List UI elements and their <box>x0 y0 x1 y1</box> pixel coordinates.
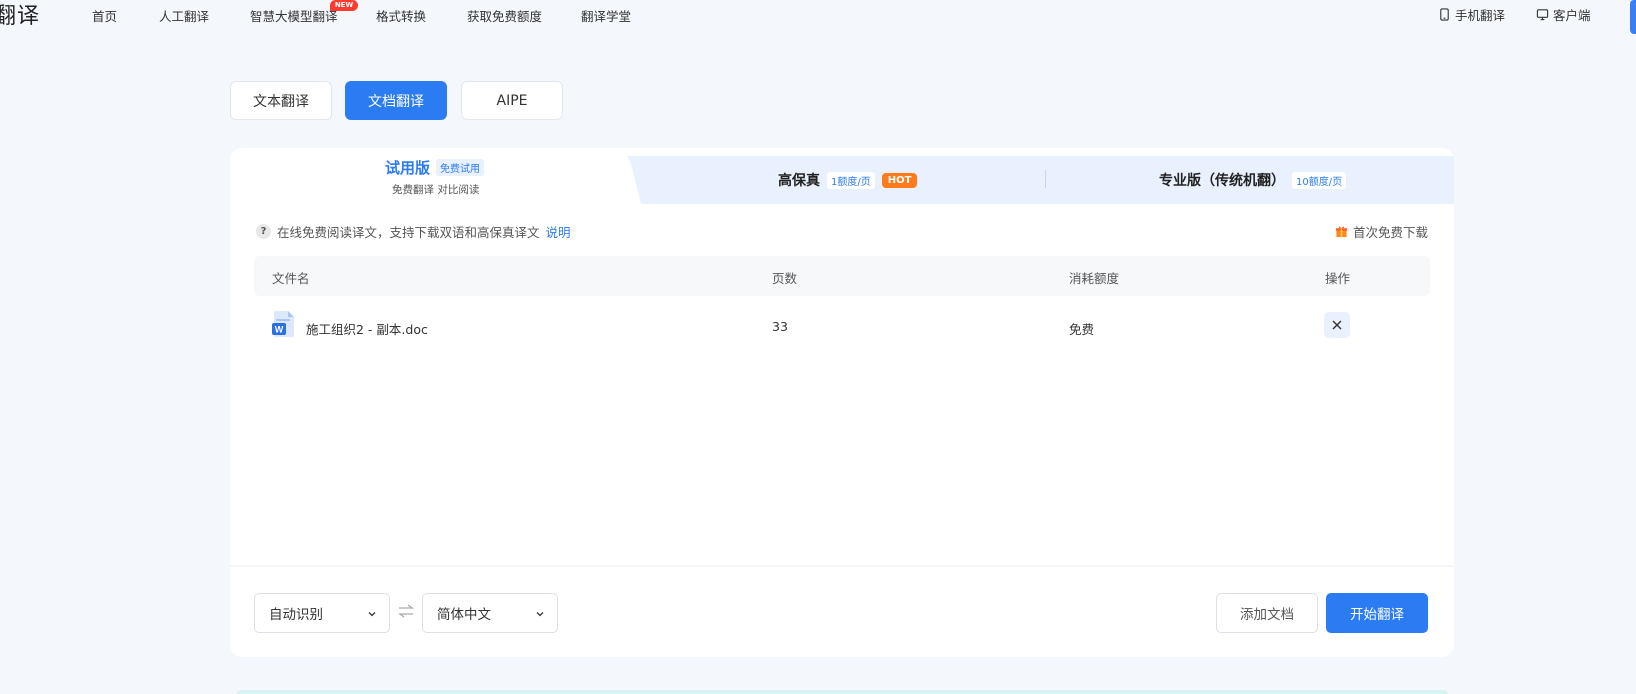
nav-item-human-translation[interactable]: 人工翻译 <box>159 6 209 25</box>
source-language-value: 自动识别 <box>269 607 323 623</box>
word-file-icon: W <box>272 311 294 337</box>
side-floating-tab[interactable] <box>1630 0 1636 34</box>
client-label: 客户端 <box>1553 8 1591 23</box>
nav-item-llm-translation[interactable]: 智慧大模型翻译 NEW <box>250 0 358 25</box>
tab-aipe[interactable]: AIPE <box>461 81 563 120</box>
table-row: W 施工组织2 - 副本.doc 33 免费 <box>254 306 1430 346</box>
first-free-download[interactable]: 首次免费下载 <box>1335 222 1428 241</box>
mobile-translate-label: 手机翻译 <box>1455 8 1506 23</box>
tier-hifi-title: 高保真 <box>778 173 820 189</box>
nav-item-academy[interactable]: 翻译学堂 <box>581 6 631 25</box>
column-header-cost: 消耗额度 <box>1069 271 1120 286</box>
column-header-filename: 文件名 <box>272 271 310 286</box>
column-header-actions: 操作 <box>1325 271 1351 286</box>
monitor-icon <box>1536 9 1549 21</box>
phone-icon <box>1440 8 1449 21</box>
next-section-edge <box>236 690 1448 694</box>
svg-text:W: W <box>275 325 284 335</box>
tier-trial-subtitle: 免费翻译 对比阅读 <box>392 184 480 196</box>
close-icon <box>1332 320 1342 330</box>
tier-trial-badge: 免费试用 <box>436 159 485 176</box>
chevron-down-icon <box>368 612 376 617</box>
file-name: 施工组织2 - 副本.doc <box>306 322 428 337</box>
gift-icon <box>1335 226 1348 238</box>
nav-item-format-convert[interactable]: 格式转换 <box>376 6 426 25</box>
start-translation-button[interactable]: 开始翻译 <box>1326 593 1428 633</box>
file-table-header: 文件名 页数 消耗额度 操作 <box>254 256 1430 296</box>
nav-item-llm-label: 智慧大模型翻译 <box>250 9 338 24</box>
swap-icon[interactable] <box>398 604 414 618</box>
question-icon: ? <box>256 224 271 239</box>
first-free-download-label: 首次免费下载 <box>1352 225 1428 240</box>
target-language-value: 简体中文 <box>437 607 491 623</box>
tab-text-translation[interactable]: 文本翻译 <box>230 81 332 120</box>
tier-hifi[interactable]: 高保真 1额度/页 HOT <box>778 170 918 190</box>
add-document-button[interactable]: 添加文档 <box>1216 593 1318 633</box>
logo[interactable]: 翻译 <box>0 0 40 30</box>
chevron-down-icon <box>536 612 544 617</box>
tier-pro[interactable]: 专业版（传统机翻） 10额度/页 <box>1159 170 1347 190</box>
nav-item-free-quota[interactable]: 获取免费额度 <box>467 6 542 25</box>
client-link[interactable]: 客户端 <box>1536 5 1591 24</box>
tier-divider <box>1045 170 1046 188</box>
tab-document-translation[interactable]: 文档翻译 <box>345 81 447 120</box>
target-language-select[interactable]: 简体中文 <box>422 593 558 633</box>
hot-badge: HOT <box>881 172 918 188</box>
source-language-select[interactable]: 自动识别 <box>254 593 390 633</box>
notice: ? 在线免费阅读译文，支持下载双语和高保真译文 说明 <box>256 222 571 241</box>
mobile-translate-link[interactable]: 手机翻译 <box>1438 5 1505 24</box>
notice-explain-link[interactable]: 说明 <box>546 222 571 241</box>
tier-hifi-badge: 1额度/页 <box>827 171 875 189</box>
column-header-pages: 页数 <box>772 271 798 286</box>
file-cost: 免费 <box>1069 322 1095 337</box>
file-pages: 33 <box>772 319 788 334</box>
notice-text: 在线免费阅读译文，支持下载双语和高保真译文 <box>277 225 540 240</box>
tier-trial-title: 试用版 <box>385 159 431 177</box>
action-bar: 自动识别 简体中文 添加文档 开始翻译 <box>230 565 1454 657</box>
top-nav: 翻译 首页 人工翻译 智慧大模型翻译 NEW 格式转换 获取免费额度 翻译学堂 … <box>0 0 1636 34</box>
new-badge: NEW <box>330 0 358 11</box>
tier-pro-title: 专业版（传统机翻） <box>1159 173 1285 189</box>
document-translation-card: 试用版 免费试用 免费翻译 对比阅读 高保真 1额度/页 HOT 专业版（传统机… <box>230 148 1454 657</box>
tier-trial-title-row: 试用版 免费试用 <box>385 157 485 178</box>
remove-file-button[interactable] <box>1324 312 1350 338</box>
nav-item-home[interactable]: 首页 <box>92 6 117 25</box>
tier-pro-badge: 10额度/页 <box>1292 171 1347 189</box>
